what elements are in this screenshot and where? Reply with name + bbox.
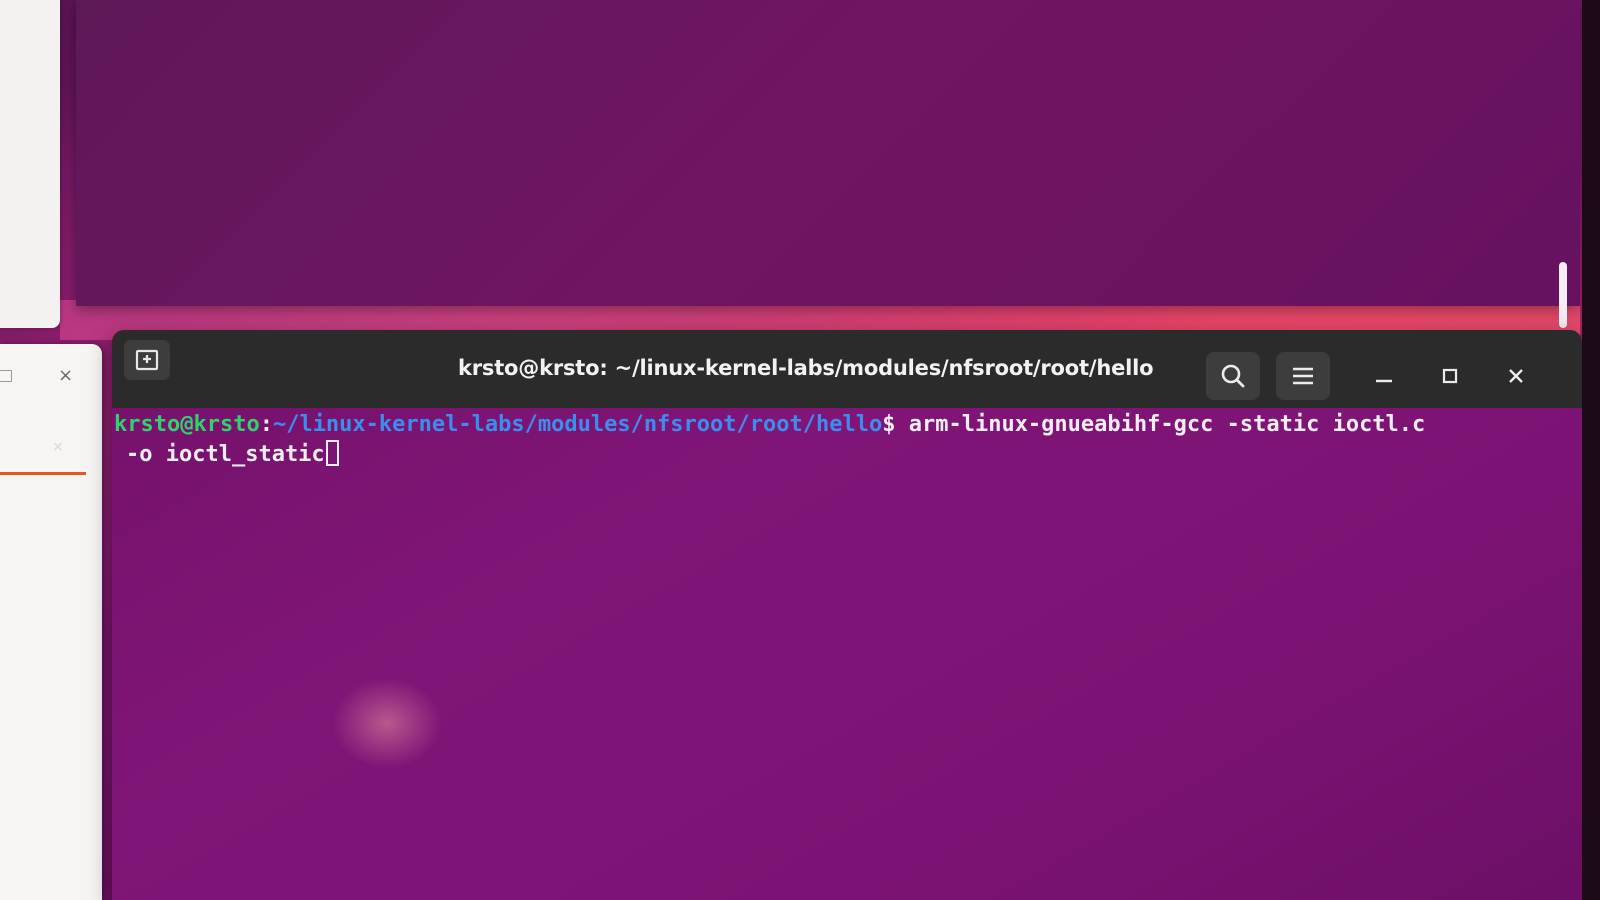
close-button[interactable]: [1500, 360, 1532, 392]
minimize-button[interactable]: [1368, 360, 1400, 392]
screen-glare: [332, 678, 442, 768]
prompt-user: krsto@krsto: [114, 412, 260, 437]
left-window-close-icon[interactable]: ×: [58, 367, 73, 385]
new-tab-icon: [135, 349, 159, 371]
left-partial-window[interactable]: [0, 344, 102, 900]
menu-button[interactable]: [1276, 352, 1330, 400]
left-window-progress-bar: [0, 472, 86, 475]
maximize-button[interactable]: [1434, 360, 1466, 392]
hamburger-menu-icon: [1293, 367, 1313, 385]
window-title: krsto@krsto: ~/linux-kernel-labs/modules…: [458, 356, 1154, 380]
search-icon: [1221, 364, 1245, 388]
terminal-line-2: -o ioctl_static: [126, 440, 339, 470]
prompt-path: ~/linux-kernel-labs/modules/nfsroot/root…: [272, 412, 883, 437]
left-partial-window-top[interactable]: [0, 0, 60, 328]
left-window-faint-close-icon: ×: [52, 439, 64, 455]
terminal-headerbar[interactable]: krsto@krsto: ~/linux-kernel-labs/modules…: [112, 330, 1582, 408]
prompt-dollar: $: [882, 412, 896, 437]
command-text-line-2: -o ioctl_static: [126, 442, 325, 467]
prompt-colon: :: [259, 412, 273, 437]
terminal-output[interactable]: krsto@krsto:~/linux-kernel-labs/modules/…: [112, 408, 1582, 900]
close-icon: [1509, 369, 1523, 383]
minimize-icon: [1376, 379, 1392, 383]
search-button[interactable]: [1206, 352, 1260, 400]
terminal-line-1: krsto@krsto:~/linux-kernel-labs/modules/…: [114, 410, 1425, 440]
left-window-maximize-icon[interactable]: [0, 370, 12, 382]
new-tab-button[interactable]: [124, 340, 170, 380]
maximize-icon: [1442, 368, 1458, 384]
command-text-line-1: arm-linux-gnueabihf-gcc -static ioctl.c: [895, 412, 1426, 437]
text-cursor: [325, 440, 339, 466]
terminal-window[interactable]: krsto@krsto: ~/linux-kernel-labs/modules…: [112, 330, 1582, 900]
background-terminal-scrollbar[interactable]: [1559, 262, 1567, 328]
background-terminal-window[interactable]: [76, 0, 1580, 306]
screen-bezel-edge: [1582, 0, 1600, 900]
